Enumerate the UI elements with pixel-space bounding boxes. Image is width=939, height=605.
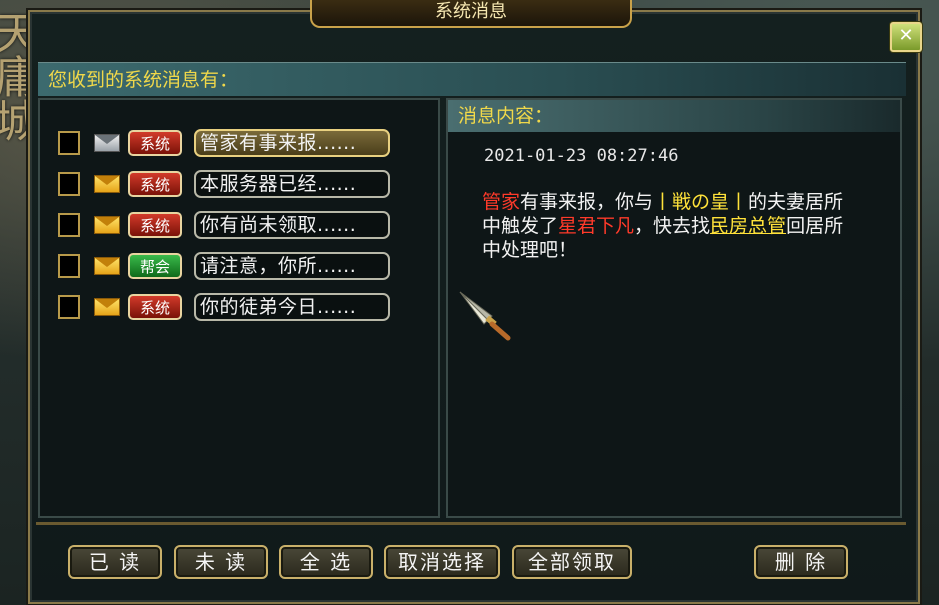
category-tag: 系统	[128, 212, 182, 238]
close-button[interactable]: ✕	[890, 22, 922, 52]
delete-button[interactable]: 删 除	[754, 545, 848, 579]
message-row[interactable]: 系统 你的徒弟今日......	[58, 292, 438, 324]
received-messages-header: 您收到的系统消息有：	[38, 62, 906, 96]
message-checkbox[interactable]	[58, 254, 80, 278]
message-subject[interactable]: 你的徒弟今日......	[194, 293, 390, 321]
envelope-closed-icon	[94, 257, 120, 275]
category-tag: 帮会	[128, 253, 182, 279]
spouse-name: 丨戦の皇丨	[653, 191, 749, 213]
button-bar-divider	[36, 522, 906, 525]
event-name: 星君下凡	[558, 215, 635, 237]
message-row[interactable]: 系统 你有尚未领取......	[58, 210, 438, 242]
message-checkbox[interactable]	[58, 213, 80, 237]
cancel-selection-button[interactable]: 取消选择	[384, 545, 500, 579]
message-checkbox[interactable]	[58, 172, 80, 196]
envelope-closed-icon	[94, 298, 120, 316]
message-checkbox[interactable]	[58, 131, 80, 155]
content-header: 消息内容：	[448, 100, 900, 132]
message-timestamp: 2021-01-23 08:27:46	[484, 146, 679, 166]
category-tag: 系统	[128, 294, 182, 320]
npc-link[interactable]: 民房总管	[710, 215, 786, 237]
mark-read-button[interactable]: 已 读	[68, 545, 162, 579]
body-text: 有事来报，你与	[520, 191, 654, 213]
message-subject[interactable]: 本服务器已经......	[194, 170, 390, 198]
category-tag: 系统	[128, 171, 182, 197]
window-title: 系统消息	[310, 0, 632, 28]
message-row[interactable]: 系统 管家有事来报......	[58, 128, 438, 160]
message-checkbox[interactable]	[58, 295, 80, 319]
message-body: 管家有事来报，你与丨戦の皇丨的夫妻居所中触发了星君下凡，快去找民房总管回居所中处…	[482, 190, 852, 262]
message-row[interactable]: 系统 本服务器已经......	[58, 169, 438, 201]
envelope-open-icon	[94, 134, 120, 152]
envelope-closed-icon	[94, 175, 120, 193]
message-subject[interactable]: 管家有事来报......	[194, 129, 390, 157]
dagger-cursor-icon	[459, 291, 511, 341]
select-all-button[interactable]: 全 选	[279, 545, 373, 579]
body-text: ，快去找	[634, 215, 711, 237]
body-highlight: 管家	[482, 191, 521, 213]
mark-unread-button[interactable]: 未 读	[174, 545, 268, 579]
message-subject[interactable]: 你有尚未领取......	[194, 211, 390, 239]
message-list-panel: 系统 管家有事来报...... 系统 本服务器已经...... 系统 你有尚未领…	[38, 98, 440, 518]
category-tag: 系统	[128, 130, 182, 156]
envelope-closed-icon	[94, 216, 120, 234]
message-row[interactable]: 帮会 请注意，你所......	[58, 251, 438, 283]
claim-all-button[interactable]: 全部领取	[512, 545, 632, 579]
message-subject[interactable]: 请注意，你所......	[194, 252, 390, 280]
